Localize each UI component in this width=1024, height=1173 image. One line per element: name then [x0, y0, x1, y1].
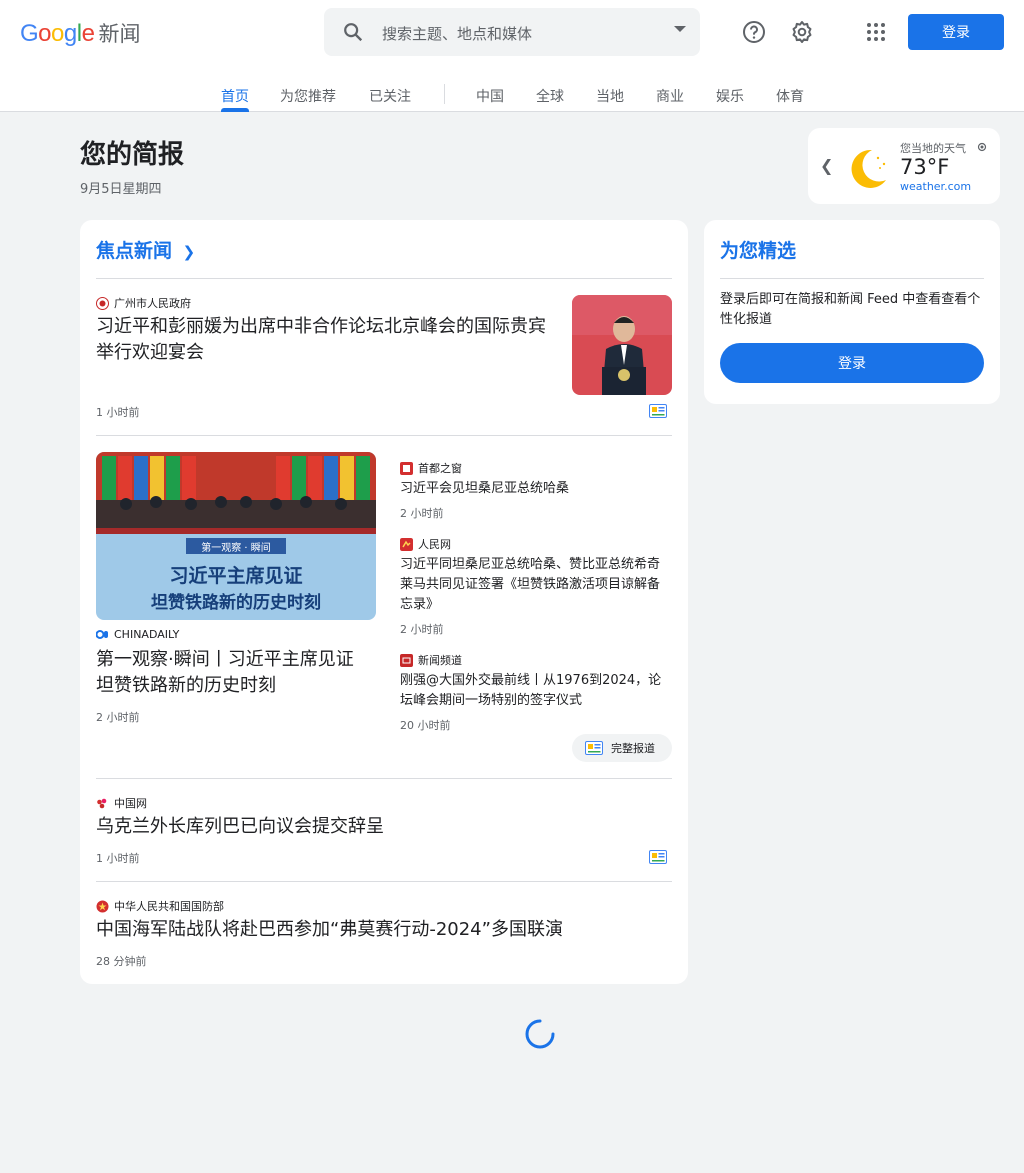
tab-home[interactable]: 首页 — [221, 86, 249, 106]
briefing-date: 9月5日星期四 — [80, 182, 162, 197]
full-coverage-button[interactable]: 完整报道 — [572, 734, 672, 762]
divider — [96, 778, 672, 779]
story-headline[interactable]: 第一观察·瞬间丨习近平主席见证坦赞铁路新的历史时刻 — [96, 647, 368, 699]
logo-letter: e — [81, 20, 95, 47]
divider — [96, 435, 672, 436]
story-image[interactable]: 第一观察 · 瞬间 习近平主席见证 坦赞铁路新的历史时刻 — [96, 452, 376, 620]
image-caption-line2: 坦赞铁路新的历史时刻 — [151, 592, 321, 613]
image-caption-line1: 习近平主席见证 — [169, 564, 302, 587]
story-headline[interactable]: 乌克兰外长库列巴已向议会提交辞呈 — [96, 814, 656, 840]
moon-icon — [851, 149, 886, 188]
for-you-signin-button[interactable]: 登录 — [720, 343, 984, 383]
full-coverage-icon[interactable] — [649, 850, 667, 864]
for-you-title: 为您精选 — [720, 240, 797, 262]
story-time: 2 小时前 — [96, 711, 140, 724]
source-name: 中华人民共和国国防部 — [114, 900, 224, 913]
briefing-title: 您的简报 — [80, 140, 185, 170]
beijing-gov-logo-icon — [400, 461, 413, 475]
tab-for-you[interactable]: 为您推荐 — [280, 86, 336, 106]
tab-divider — [444, 84, 445, 104]
for-you-description: 登录后即可在简报和新闻 Feed 中查看查看个性化报道 — [720, 292, 981, 327]
tab-china[interactable]: 中国 — [476, 86, 504, 106]
tab-sports[interactable]: 体育 — [776, 86, 804, 106]
tazara-signing-image: 第一观察 · 瞬间 习近平主席见证 坦赞铁路新的历史时刻 — [96, 452, 376, 620]
story-source: CHINADAILY — [96, 628, 179, 641]
guangzhou-gov-logo-icon — [96, 296, 109, 310]
loading-spinner-icon — [525, 1019, 555, 1049]
related-headline[interactable]: 习近平会见坦桑尼亚总统哈桑 — [400, 479, 672, 499]
related-time: 2 小时前 — [400, 507, 444, 520]
full-coverage-icon[interactable] — [649, 404, 667, 418]
source-name: 人民网 — [418, 538, 451, 551]
top-bar: Google 新闻 搜索主题、地点和媒体 登录 首页 为您推荐 已关注 中国 全… — [0, 0, 1024, 112]
related-source: 人民网 — [400, 536, 451, 552]
related-headline[interactable]: 刚强@大国外交最前线丨从1976到2024，论坛峰会期间一场特别的签字仪式 — [400, 671, 672, 711]
story-headline[interactable]: 习近平和彭丽媛为出席中非合作论坛北京峰会的国际贵宾举行欢迎宴会 — [96, 314, 558, 366]
chevron-right-icon[interactable]: ❯ — [183, 243, 196, 261]
mod-emblem-icon — [96, 900, 109, 912]
related-headline[interactable]: 习近平同坦桑尼亚总统哈桑、赞比亚总统希奇莱马共同见证签署《坦赞铁路激活项目谅解备… — [400, 555, 672, 615]
full-coverage-icon — [585, 741, 603, 755]
brand-name: 新闻 — [98, 22, 141, 46]
search-input[interactable]: 搜索主题、地点和媒体 — [382, 23, 532, 44]
source-name: 中国网 — [114, 797, 147, 810]
story-source: 中国网 — [96, 795, 147, 811]
active-tab-indicator — [221, 108, 249, 112]
story-time: 1 小时前 — [96, 406, 140, 419]
location-icon — [977, 142, 987, 152]
search-box[interactable]: 搜索主题、地点和媒体 — [324, 8, 700, 56]
top-stories-link[interactable]: 焦点新闻 ❯ — [96, 236, 195, 263]
xi-speech-image — [572, 295, 672, 395]
logo-letter: g — [63, 20, 77, 47]
related-source: 首都之窗 — [400, 460, 462, 476]
tab-world[interactable]: 全球 — [536, 86, 564, 106]
related-time: 2 小时前 — [400, 623, 444, 636]
story-headline[interactable]: 中国海军陆战队将赴巴西参加“弗莫赛行动-2024”多国联演 — [96, 917, 666, 943]
full-coverage-label: 完整报道 — [611, 742, 655, 755]
source-name: 广州市人民政府 — [114, 297, 191, 310]
story-source: 中华人民共和国国防部 — [96, 898, 224, 914]
apps-icon[interactable] — [864, 20, 888, 44]
related-source: 新闻频道 — [400, 652, 462, 668]
tab-entertainment[interactable]: 娱乐 — [716, 86, 744, 106]
story-time: 1 小时前 — [96, 852, 140, 865]
logo-letter: G — [20, 20, 39, 47]
signin-button[interactable]: 登录 — [908, 14, 1004, 50]
weather-label: 您当地的天气 — [900, 142, 966, 155]
search-options-dropdown-icon[interactable] — [674, 26, 686, 32]
google-news-logo[interactable]: Google 新闻 — [20, 18, 140, 48]
tab-following[interactable]: 已关注 — [369, 86, 411, 106]
settings-icon[interactable] — [790, 20, 814, 44]
story-time: 28 分钟前 — [96, 955, 147, 968]
story-source: 广州市人民政府 — [96, 295, 191, 311]
tab-business[interactable]: 商业 — [656, 86, 684, 106]
divider — [96, 278, 672, 279]
china-net-logo-icon — [97, 798, 107, 808]
tab-local[interactable]: 当地 — [596, 86, 624, 106]
logo-letter: o — [38, 20, 52, 47]
weather-temperature: 73°F — [900, 155, 950, 179]
chinadaily-logo-icon — [96, 630, 108, 639]
logo-letter: o — [51, 20, 64, 47]
story-thumbnail[interactable] — [572, 295, 672, 395]
top-stories-title[interactable]: 焦点新闻 — [96, 240, 172, 262]
top-stories-card: 焦点新闻 ❯ 广州市人民政府 习近平和彭丽媛为出席中非合作论坛北京峰会的国际贵宾… — [80, 220, 688, 984]
weather-widget[interactable]: ❮ 您当地的天气 73°F weather.com — [808, 128, 1000, 204]
nav-tabs: 首页 为您推荐 已关注 中国 全球 当地 商业 娱乐 体育 — [0, 72, 1024, 112]
chevron-left-icon[interactable]: ❮ — [820, 156, 833, 175]
source-name: 首都之窗 — [418, 462, 462, 475]
related-time: 20 小时前 — [400, 719, 451, 732]
source-name: 新闻频道 — [418, 654, 462, 667]
help-icon[interactable] — [742, 20, 766, 44]
search-icon[interactable] — [342, 21, 364, 43]
image-banner-text: 第一观察 · 瞬间 — [201, 541, 271, 554]
divider — [720, 278, 984, 279]
news-channel-logo-icon — [400, 653, 413, 667]
divider — [96, 881, 672, 882]
source-name: CHINADAILY — [114, 628, 180, 641]
for-you-card: 为您精选 登录后即可在简报和新闻 Feed 中查看查看个性化报道 登录 — [704, 220, 1000, 404]
weather-source-link[interactable]: weather.com — [900, 180, 971, 193]
peoples-daily-logo-icon — [400, 537, 413, 551]
